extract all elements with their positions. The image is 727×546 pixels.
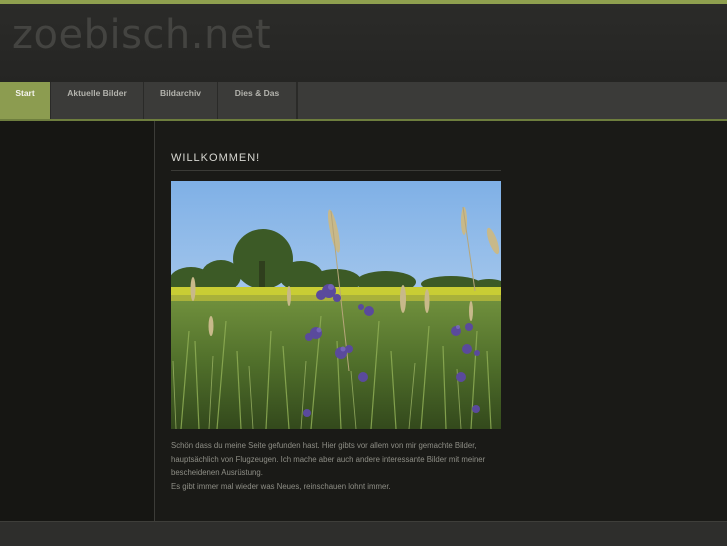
welcome-text: Schön dass du meine Seite gefunden hast.… (171, 439, 506, 493)
nav-filler (297, 82, 727, 119)
site-logo[interactable]: zoebisch.net (12, 12, 271, 58)
nav-item-dies-und-das[interactable]: Dies & Das (218, 82, 297, 119)
site-header: zoebisch.net (0, 4, 727, 82)
welcome-paragraph-1: Schön dass du meine Seite gefunden hast.… (171, 441, 486, 477)
site-footer (0, 521, 727, 546)
welcome-paragraph-2: Es gibt immer mal wieder was Neues, rein… (171, 481, 391, 491)
sidebar (0, 121, 155, 521)
nav-item-bildarchiv[interactable]: Bildarchiv (144, 82, 218, 119)
nav-item-aktuelle-bilder[interactable]: Aktuelle Bilder (51, 82, 144, 119)
main-content: WILLKOMMEN! Schön dass du meine Seite ge… (155, 121, 727, 521)
meadow-photo (171, 181, 501, 429)
nav-item-start[interactable]: Start (0, 82, 51, 119)
main-navigation: Start Aktuelle Bilder Bildarchiv Dies & … (0, 82, 727, 121)
page-title: WILLKOMMEN! (171, 152, 501, 171)
